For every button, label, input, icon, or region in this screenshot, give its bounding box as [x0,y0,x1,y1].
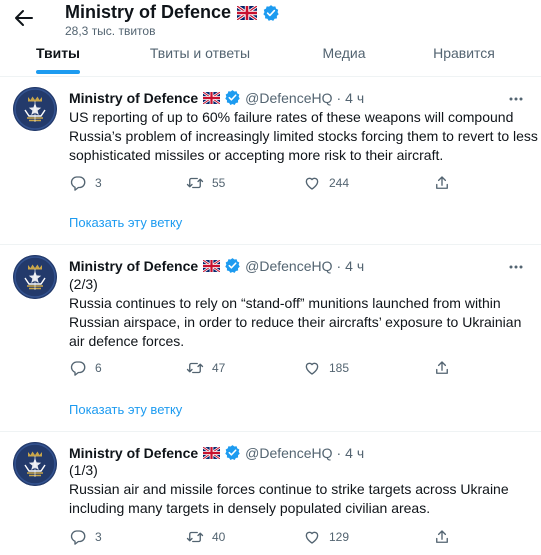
tweet-text: (2/3) Russia continues to rely on “stand… [69,276,522,349]
uk-flag-icon [203,447,220,459]
tweet-time[interactable]: 4 ч [345,445,364,461]
verified-badge-icon [224,89,241,106]
heart-icon [303,359,321,377]
share-button[interactable] [433,359,451,377]
reply-button[interactable]: 3 [69,174,102,192]
author-name[interactable]: Ministry of Defence [69,445,198,461]
reply-button[interactable]: 3 [69,528,102,546]
reply-icon [69,528,87,546]
avatar[interactable] [13,255,57,299]
share-icon [433,174,451,192]
avatar[interactable] [13,87,57,131]
like-count: 129 [329,530,350,544]
author-handle[interactable]: @DefenceHQ [245,445,332,461]
reply-count: 3 [95,530,102,544]
reply-count: 3 [95,176,102,190]
profile-header: Ministry of Defence 28,3 тыс. твитов [0,0,541,40]
retweet-button[interactable]: 55 [186,174,225,192]
reply-icon [69,174,87,192]
verified-badge-icon [224,444,241,461]
author-handle[interactable]: @DefenceHQ [245,258,332,274]
uk-flag-icon [203,260,220,272]
retweet-button[interactable]: 47 [186,359,225,377]
tweet-actions: 6 47 185 [69,359,509,379]
retweet-icon [186,174,204,192]
tweet-count: 28,3 тыс. твитов [65,24,156,38]
like-button[interactable]: 129 [303,528,349,546]
verified-badge-icon [224,257,241,274]
tab-likes[interactable]: Нравится [416,40,512,76]
profile-name: Ministry of Defence [65,2,232,22]
tab-media[interactable]: Медиа [305,40,383,76]
tweet[interactable]: Ministry of Defence @DefenceHQ · 4 ч (1/… [0,432,541,555]
share-button[interactable] [433,528,451,546]
tweet-actions: 3 40 129 [69,528,509,548]
more-dots-icon[interactable] [508,259,524,275]
share-button[interactable] [433,174,451,192]
uk-flag-icon [203,92,220,104]
author-name[interactable]: Ministry of Defence [69,258,198,274]
retweet-icon [186,359,204,377]
more-dots-icon[interactable] [508,91,524,107]
share-icon [433,528,451,546]
reply-count: 6 [95,361,102,375]
retweet-icon [186,528,204,546]
heart-icon [303,174,321,192]
like-button[interactable]: 185 [303,359,349,377]
tweet-header: Ministry of Defence @DefenceHQ · 4 ч [69,257,365,274]
tweet-actions: 3 55 244 [69,174,509,194]
retweet-button[interactable]: 40 [186,528,225,546]
arrow-left-icon[interactable] [12,6,36,30]
reply-icon [69,359,87,377]
show-thread-link[interactable]: Показать эту ветку [69,215,182,230]
share-icon [433,359,451,377]
reply-button[interactable]: 6 [69,359,102,377]
like-button[interactable]: 244 [303,174,349,192]
tweet[interactable]: Ministry of Defence @DefenceHQ · 4 ч US … [0,77,541,245]
show-thread-link[interactable]: Показать эту ветку [69,402,182,417]
uk-flag-icon [237,6,257,20]
tweet-header: Ministry of Defence @DefenceHQ · 4 ч [69,89,365,106]
tweet-text: (1/3) Russian air and missile forces con… [69,462,509,516]
tweet[interactable]: Ministry of Defence @DefenceHQ · 4 ч (2/… [0,245,541,432]
tab-tweets-and-replies[interactable]: Твиты и ответы [138,40,262,76]
heart-icon [303,528,321,546]
like-count: 185 [329,361,350,375]
author-name[interactable]: Ministry of Defence [69,90,198,106]
tweet-header: Ministry of Defence @DefenceHQ · 4 ч [69,444,365,461]
profile-tabs: Твиты Твиты и ответы Медиа Нравится [0,40,541,77]
retweet-count: 55 [212,176,226,190]
tweet-time[interactable]: 4 ч [345,258,364,274]
retweet-count: 47 [212,361,226,375]
tweet-text: US reporting of up to 60% failure rates … [69,109,538,163]
avatar[interactable] [13,442,57,486]
author-handle[interactable]: @DefenceHQ [245,90,332,106]
like-count: 244 [329,176,350,190]
verified-badge-icon [262,4,280,22]
tweet-time[interactable]: 4 ч [345,90,364,106]
retweet-count: 40 [212,530,226,544]
active-tab-indicator [36,70,80,74]
profile-title: Ministry of Defence [65,2,280,23]
